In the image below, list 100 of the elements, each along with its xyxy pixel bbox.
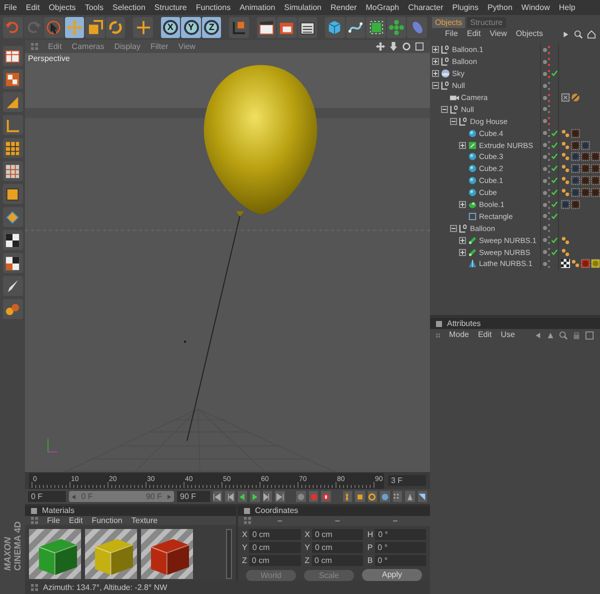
texture-tag-icon[interactable] bbox=[571, 164, 580, 174]
tool-button[interactable] bbox=[2, 230, 22, 250]
search-icon[interactable] bbox=[559, 330, 568, 340]
menu-item[interactable]: Objects bbox=[48, 2, 76, 12]
texture-tag-icon[interactable] bbox=[571, 188, 580, 198]
current-frame-field[interactable]: 3 F bbox=[388, 475, 426, 486]
layer-dot[interactable] bbox=[543, 119, 547, 124]
expand-toggle-icon[interactable] bbox=[441, 106, 448, 113]
check-icon[interactable] bbox=[551, 201, 558, 208]
transport-button[interactable] bbox=[238, 491, 248, 502]
phong-tag-icon[interactable] bbox=[561, 164, 570, 174]
home-icon[interactable] bbox=[587, 30, 596, 38]
arrow-down-icon[interactable] bbox=[389, 42, 398, 51]
menu-item[interactable]: Simulation bbox=[284, 2, 322, 12]
layer-dot[interactable] bbox=[543, 262, 547, 266]
transport-button[interactable] bbox=[368, 491, 377, 502]
menu-item[interactable]: Tools bbox=[84, 2, 104, 12]
rotate-button[interactable] bbox=[106, 17, 126, 38]
ruler-scale[interactable] bbox=[29, 472, 384, 488]
menu-item[interactable]: Objects bbox=[516, 29, 544, 39]
texture-tag-icon[interactable] bbox=[581, 140, 590, 150]
menu-item[interactable]: Cameras bbox=[72, 42, 104, 52]
menu-item[interactable]: Use bbox=[500, 330, 515, 340]
menu-item[interactable]: Python bbox=[488, 2, 512, 12]
coordinate-field[interactable]: 0 cm bbox=[312, 555, 364, 566]
layer-dot[interactable] bbox=[543, 143, 547, 148]
layer-dot[interactable] bbox=[543, 107, 547, 112]
rotate-icon[interactable] bbox=[402, 42, 411, 51]
phong-tag-icon[interactable] bbox=[571, 259, 580, 268]
transport-button[interactable] bbox=[405, 491, 414, 502]
scale-button[interactable] bbox=[85, 17, 105, 38]
arrow-right-icon[interactable] bbox=[561, 30, 570, 38]
transport-button[interactable] bbox=[275, 491, 285, 502]
menu-item[interactable]: View bbox=[178, 42, 196, 52]
layer-dot[interactable] bbox=[543, 226, 547, 230]
menu-item[interactable]: Selection bbox=[112, 2, 146, 12]
coordinate-field[interactable]: 0 cm bbox=[312, 529, 364, 540]
layer-dot[interactable] bbox=[543, 154, 547, 159]
select-button[interactable] bbox=[44, 17, 64, 38]
texture-tag-icon[interactable] bbox=[591, 176, 600, 186]
menu-item[interactable]: MoGraph bbox=[366, 2, 400, 12]
transport-button[interactable] bbox=[392, 491, 402, 502]
tool-button[interactable] bbox=[2, 69, 22, 89]
menu-item[interactable]: Function bbox=[92, 516, 122, 526]
menu-item[interactable]: Texture bbox=[131, 516, 158, 526]
menu-item[interactable]: Edit bbox=[478, 330, 492, 340]
tool-button[interactable] bbox=[2, 184, 22, 204]
menu-item[interactable]: View bbox=[490, 29, 507, 39]
transport-button[interactable] bbox=[342, 491, 352, 502]
render-view-button[interactable] bbox=[256, 17, 276, 38]
tool-button[interactable] bbox=[2, 161, 22, 181]
menu-item[interactable]: Edit bbox=[48, 42, 62, 52]
no-entry-tag-icon[interactable] bbox=[571, 93, 580, 102]
texture-tag-icon[interactable] bbox=[591, 152, 600, 162]
texture-tag-icon[interactable] bbox=[571, 176, 580, 186]
search-icon[interactable] bbox=[574, 30, 584, 38]
menu-item[interactable]: Window bbox=[521, 2, 550, 12]
phong-tag-icon[interactable] bbox=[561, 152, 570, 162]
layer-dot[interactable] bbox=[543, 250, 547, 254]
layer-dot[interactable] bbox=[543, 72, 547, 76]
phong-tag-icon[interactable] bbox=[561, 248, 570, 257]
menu-item[interactable]: File bbox=[4, 2, 17, 12]
nurbs-button[interactable] bbox=[366, 17, 386, 38]
phong-tag-icon[interactable] bbox=[561, 188, 570, 198]
layer-dot[interactable] bbox=[543, 190, 547, 195]
texture-tag-icon[interactable] bbox=[571, 152, 580, 162]
render-settings-button[interactable] bbox=[298, 17, 318, 38]
expand-toggle-icon[interactable] bbox=[432, 46, 439, 54]
panel-tab[interactable]: Objects bbox=[432, 17, 466, 28]
scrollbar[interactable] bbox=[226, 529, 232, 580]
menu-item[interactable]: File bbox=[445, 29, 458, 39]
menu-item[interactable]: Filter bbox=[150, 42, 168, 52]
panel-toggle-icon[interactable] bbox=[31, 508, 37, 514]
coordinate-field[interactable]: 0 cm bbox=[249, 542, 301, 553]
arrow-up-icon[interactable] bbox=[546, 330, 555, 340]
menu-item[interactable]: Help bbox=[558, 2, 576, 12]
maximize-icon[interactable] bbox=[415, 42, 424, 51]
transport-button[interactable] bbox=[250, 491, 260, 502]
menu-item[interactable]: Edit bbox=[466, 29, 481, 39]
coordinate-field[interactable]: 0 ° bbox=[374, 542, 426, 553]
layer-dot[interactable] bbox=[543, 238, 547, 242]
layer-dot[interactable] bbox=[543, 166, 547, 171]
transport-button[interactable] bbox=[212, 491, 222, 502]
layer-dot[interactable] bbox=[543, 202, 547, 207]
texture-tag-icon[interactable] bbox=[581, 188, 590, 198]
menu-item[interactable]: File bbox=[47, 516, 60, 526]
array-button[interactable] bbox=[386, 17, 406, 38]
layer-dot[interactable] bbox=[543, 60, 547, 64]
menu-item[interactable]: Functions bbox=[196, 2, 231, 12]
texture-tag-icon[interactable] bbox=[561, 200, 570, 210]
expand-toggle-icon[interactable] bbox=[450, 118, 457, 125]
texture-tag-icon[interactable] bbox=[591, 188, 600, 198]
texture-tag-icon[interactable] bbox=[571, 140, 580, 150]
tool-button[interactable] bbox=[2, 253, 22, 273]
texture-tag-icon[interactable] bbox=[571, 200, 580, 210]
world-button[interactable] bbox=[229, 17, 249, 38]
check-icon[interactable] bbox=[551, 130, 558, 137]
coordinate-field[interactable]: 0 cm bbox=[249, 529, 301, 540]
expand-toggle-icon[interactable] bbox=[432, 82, 439, 90]
expand-toggle-icon[interactable] bbox=[459, 142, 466, 149]
